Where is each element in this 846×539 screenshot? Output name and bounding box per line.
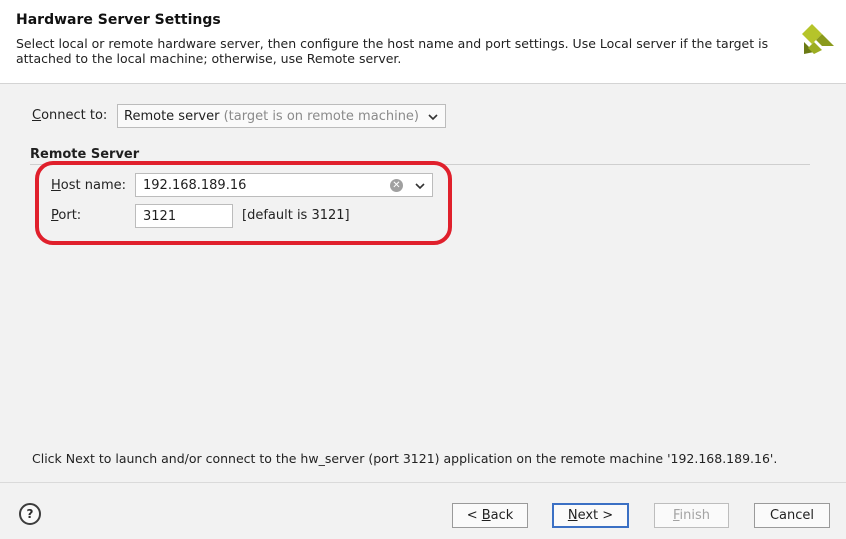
host-name-combobox[interactable]: 192.168.189.16 ✕ [135,173,433,197]
host-name-value: 192.168.189.16 [143,178,247,193]
chevron-down-icon [428,114,438,121]
help-icon[interactable]: ? [19,503,41,525]
cancel-button[interactable]: Cancel [754,503,830,528]
port-input[interactable]: 3121 [135,204,233,228]
back-button[interactable]: < Back [452,503,528,528]
host-name-label: Host name: [51,178,126,193]
accel-char: B [481,508,491,523]
footer-message: Click Next to launch and/or connect to t… [32,451,778,466]
button-bar-divider [0,482,846,483]
connect-to-select[interactable]: Remote server (target is on remote machi… [117,104,446,128]
accel-char: C [32,108,42,123]
next-button[interactable]: Next > [552,503,629,528]
port-label: Port: [51,208,81,223]
port-default-hint: [default is 3121] [242,208,350,223]
connect-to-label: Connect to: [32,108,107,123]
accel-char: H [51,178,61,193]
button-text: ext > [577,508,614,523]
chevron-down-icon[interactable] [414,180,426,192]
page-title: Hardware Server Settings [16,12,221,28]
section-title-remote-server: Remote Server [30,147,140,162]
finish-button[interactable]: Finish [654,503,729,528]
accel-char: N [567,508,578,523]
connect-value-hint: (target is on remote machine) [219,109,419,124]
connect-value: Remote server [124,109,220,124]
label-text: ort: [58,208,82,223]
label-text: ost name: [60,178,126,193]
page-description: Select local or remote hardware server, … [16,36,769,66]
label-text: onnect to: [41,108,108,123]
xilinx-logo-icon [802,24,834,54]
button-text: inish [679,508,711,523]
button-text: < [466,508,482,523]
dialog-header: Hardware Server Settings Select local or… [0,0,846,84]
port-value: 3121 [143,209,177,224]
button-text: ack [490,508,514,523]
clear-icon[interactable]: ✕ [390,179,403,192]
